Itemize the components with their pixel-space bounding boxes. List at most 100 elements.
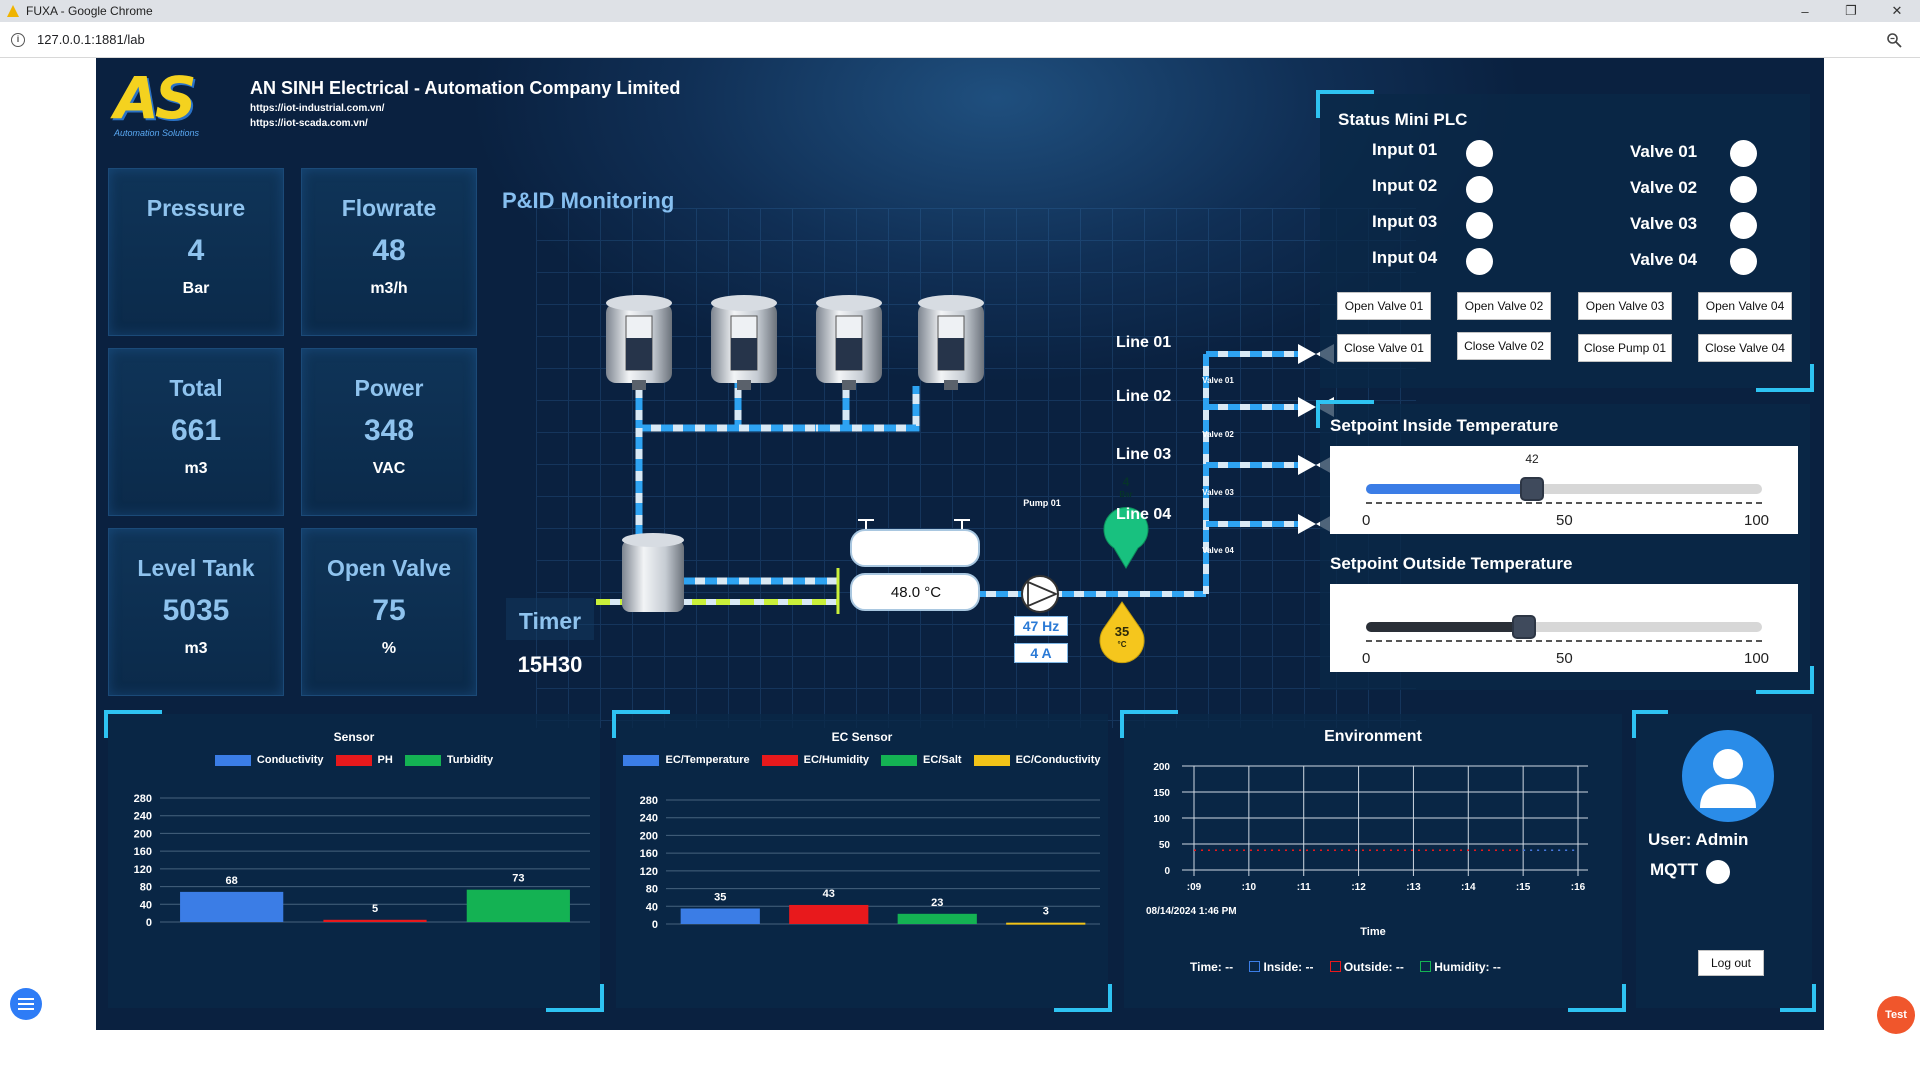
card-unit: m3/h [370, 280, 408, 297]
data-label: 23 [931, 897, 943, 909]
user-label: User: Admin [1648, 830, 1749, 849]
pump-label: Pump 01 [1023, 498, 1061, 508]
slider-mid-label: 50 [1556, 650, 1573, 667]
url-field[interactable]: 127.0.0.1:1881/lab [37, 32, 145, 47]
slider-ticks [1366, 640, 1762, 642]
slider-min-label: 0 [1362, 650, 1371, 667]
temperature-indicator-value: 35 [1114, 624, 1130, 639]
timer-value: 15H30 [517, 652, 583, 677]
company-name: AN SINH Electrical - Automation Company … [250, 78, 681, 98]
card-value: 348 [363, 414, 415, 447]
slider-thumb[interactable] [1520, 477, 1545, 501]
y-tick-label: 280 [640, 795, 658, 807]
card-value: 48 [372, 234, 406, 267]
card-value: 75 [372, 594, 406, 627]
browser-titlebar: FUXA - Google Chrome – ❐ ✕ [0, 0, 1920, 22]
y-tick-label: 240 [640, 813, 658, 825]
data-label: 5 [372, 903, 378, 915]
company-logo: AS Automation Solutions [114, 64, 200, 138]
environment-chart-panel: Environment 200 150 100 50 0:09:10:11:12:13:… [1120, 710, 1626, 1012]
y-tick-label: 100 [1153, 814, 1170, 825]
inside-setpoint-value: 42 [1525, 452, 1539, 466]
valve-02-led [1730, 176, 1757, 203]
close-pump-01-button[interactable]: Close Pump 01 [1578, 334, 1672, 362]
y-tick-label: 150 [1153, 788, 1170, 799]
window-title: FUXA - Google Chrome [26, 4, 153, 18]
plc-status-panel: Status Mini PLC Input 01 Input 02 Input … [1316, 90, 1814, 392]
card-title: Total [169, 375, 223, 401]
address-bar: i 127.0.0.1:1881/lab [0, 22, 1920, 58]
close-window-button[interactable]: ✕ [1874, 0, 1920, 22]
slider-track[interactable] [1366, 477, 1762, 501]
test-button[interactable]: Test [1877, 996, 1915, 1034]
bar [897, 913, 977, 924]
valve-01-led [1730, 140, 1757, 167]
pump-icon[interactable] [1021, 575, 1059, 613]
card-level-tank: Level Tank 5035 m3 [108, 528, 284, 696]
slider-track[interactable] [1366, 615, 1762, 639]
minimize-button[interactable]: – [1782, 0, 1828, 22]
slider-mid-label: 50 [1556, 512, 1573, 529]
valve-03-status-label: Valve 03 [1630, 214, 1698, 233]
valve-03-led [1730, 212, 1757, 239]
input-01-label: Input 01 [1372, 140, 1438, 159]
close-valve-02-button[interactable]: Close Valve 02 [1457, 332, 1551, 360]
card-total: Total 661 m3 [108, 348, 284, 516]
input-02-label: Input 02 [1372, 176, 1438, 195]
input-03-led [1466, 212, 1493, 239]
company-link-1[interactable]: https://iot-industrial.com.vn/ [250, 103, 680, 114]
tank-temperature-value: 48.0 °C [890, 583, 942, 601]
pressure-indicator-value: 4 [1122, 475, 1130, 489]
open-valve-02-button[interactable]: Open Valve 02 [1457, 292, 1551, 320]
site-info-icon[interactable]: i [11, 32, 25, 47]
y-tick-label: 160 [134, 846, 152, 858]
valve-04-status-label: Valve 04 [1630, 250, 1698, 269]
data-label: 43 [823, 888, 835, 900]
company-link-2[interactable]: https://iot-scada.com.vn/ [250, 118, 680, 129]
legend-item: Time: -- [1190, 960, 1234, 974]
outside-setpoint-slider[interactable]: 0 50 100 [1330, 584, 1798, 672]
storage-tank [918, 295, 984, 390]
setpoint-panel: Setpoint Inside Temperature 42 0 50 100 … [1316, 400, 1814, 694]
open-valve-01-button[interactable]: Open Valve 01 [1337, 292, 1431, 320]
close-valve-01-button[interactable]: Close Valve 01 [1337, 334, 1431, 362]
x-tick-label: :13 [1406, 882, 1421, 893]
zoom-icon[interactable] [1886, 32, 1902, 48]
x-tick-label: :15 [1516, 882, 1531, 893]
slider-ticks [1366, 502, 1762, 504]
x-axis-label: Time [1360, 926, 1386, 938]
valve-04-label: Valve 04 [1202, 546, 1234, 555]
storage-tank [816, 295, 882, 390]
close-valve-04-button[interactable]: Close Valve 04 [1698, 334, 1792, 362]
y-tick-label: 240 [134, 811, 152, 823]
inside-setpoint-slider[interactable]: 42 0 50 100 [1330, 446, 1798, 534]
fuxa-app-icon [7, 5, 19, 17]
card-value: 661 [170, 414, 222, 447]
open-valve-04-button[interactable]: Open Valve 04 [1698, 292, 1792, 320]
y-tick-label: 200 [1153, 762, 1170, 773]
card-title: Level Tank [137, 555, 255, 581]
y-tick-label: 120 [640, 866, 658, 878]
y-tick-label: 80 [646, 884, 658, 896]
slider-thumb[interactable] [1512, 615, 1537, 639]
y-tick-label: 200 [134, 828, 152, 840]
card-unit: m3 [184, 640, 208, 657]
menu-fab-icon[interactable] [10, 988, 42, 1020]
x-tick-label: :14 [1461, 882, 1476, 893]
open-valve-03-button[interactable]: Open Valve 03 [1578, 292, 1672, 320]
outside-setpoint-title: Setpoint Outside Temperature [1330, 554, 1573, 573]
logout-button[interactable]: Log out [1698, 950, 1764, 976]
ec-sensor-chart-panel: EC Sensor EC/Temperature EC/Humidity EC/… [612, 710, 1112, 1012]
card-power: Power 348 VAC [301, 348, 477, 516]
restore-button[interactable]: ❐ [1828, 0, 1874, 22]
data-label: 68 [226, 875, 238, 887]
slider-max-label: 100 [1744, 650, 1770, 667]
bar [466, 889, 570, 922]
y-tick-label: 160 [640, 848, 658, 860]
user-avatar-icon [1682, 730, 1774, 822]
data-label: 73 [512, 873, 524, 885]
card-title: Open Valve [326, 555, 451, 581]
temperature-indicator-unit: °C [1117, 640, 1127, 649]
timer-label: Timer [506, 598, 594, 640]
line-04-label: Line 04 [1116, 506, 1172, 523]
